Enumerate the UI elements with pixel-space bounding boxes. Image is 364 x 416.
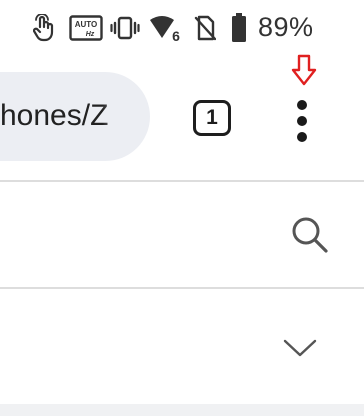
status-bar: AUTO Hz 6 89% xyxy=(0,0,364,56)
hz-label: Hz xyxy=(86,31,95,38)
wifi-6-icon: 6 xyxy=(148,12,182,44)
auto-hz-icon: AUTO Hz xyxy=(69,12,103,44)
bottom-strip xyxy=(0,404,364,416)
expandable-row[interactable] xyxy=(0,290,364,402)
url-text[interactable]: hones/Z xyxy=(0,97,128,135)
search-icon[interactable] xyxy=(290,215,330,260)
tab-count: 1 xyxy=(206,106,218,129)
address-bar[interactable]: hones/Z xyxy=(0,72,150,161)
no-sim-icon xyxy=(193,12,217,44)
wifi-badge: 6 xyxy=(172,28,180,42)
search-row[interactable] xyxy=(0,182,364,286)
chevron-down-icon[interactable] xyxy=(282,337,318,364)
screen: AUTO Hz 6 89% hones/Z 1 xyxy=(0,0,364,416)
tab-switcher-button[interactable]: 1 xyxy=(193,100,231,136)
divider xyxy=(0,287,364,289)
touch-icon xyxy=(32,12,56,44)
auto-hz-label: AUTO xyxy=(75,20,98,29)
battery-percentage: 89% xyxy=(258,12,314,42)
vibrate-icon xyxy=(110,12,140,44)
annotation-arrow-icon xyxy=(290,54,318,91)
battery-icon xyxy=(229,12,249,44)
more-options-button[interactable] xyxy=(280,86,326,150)
